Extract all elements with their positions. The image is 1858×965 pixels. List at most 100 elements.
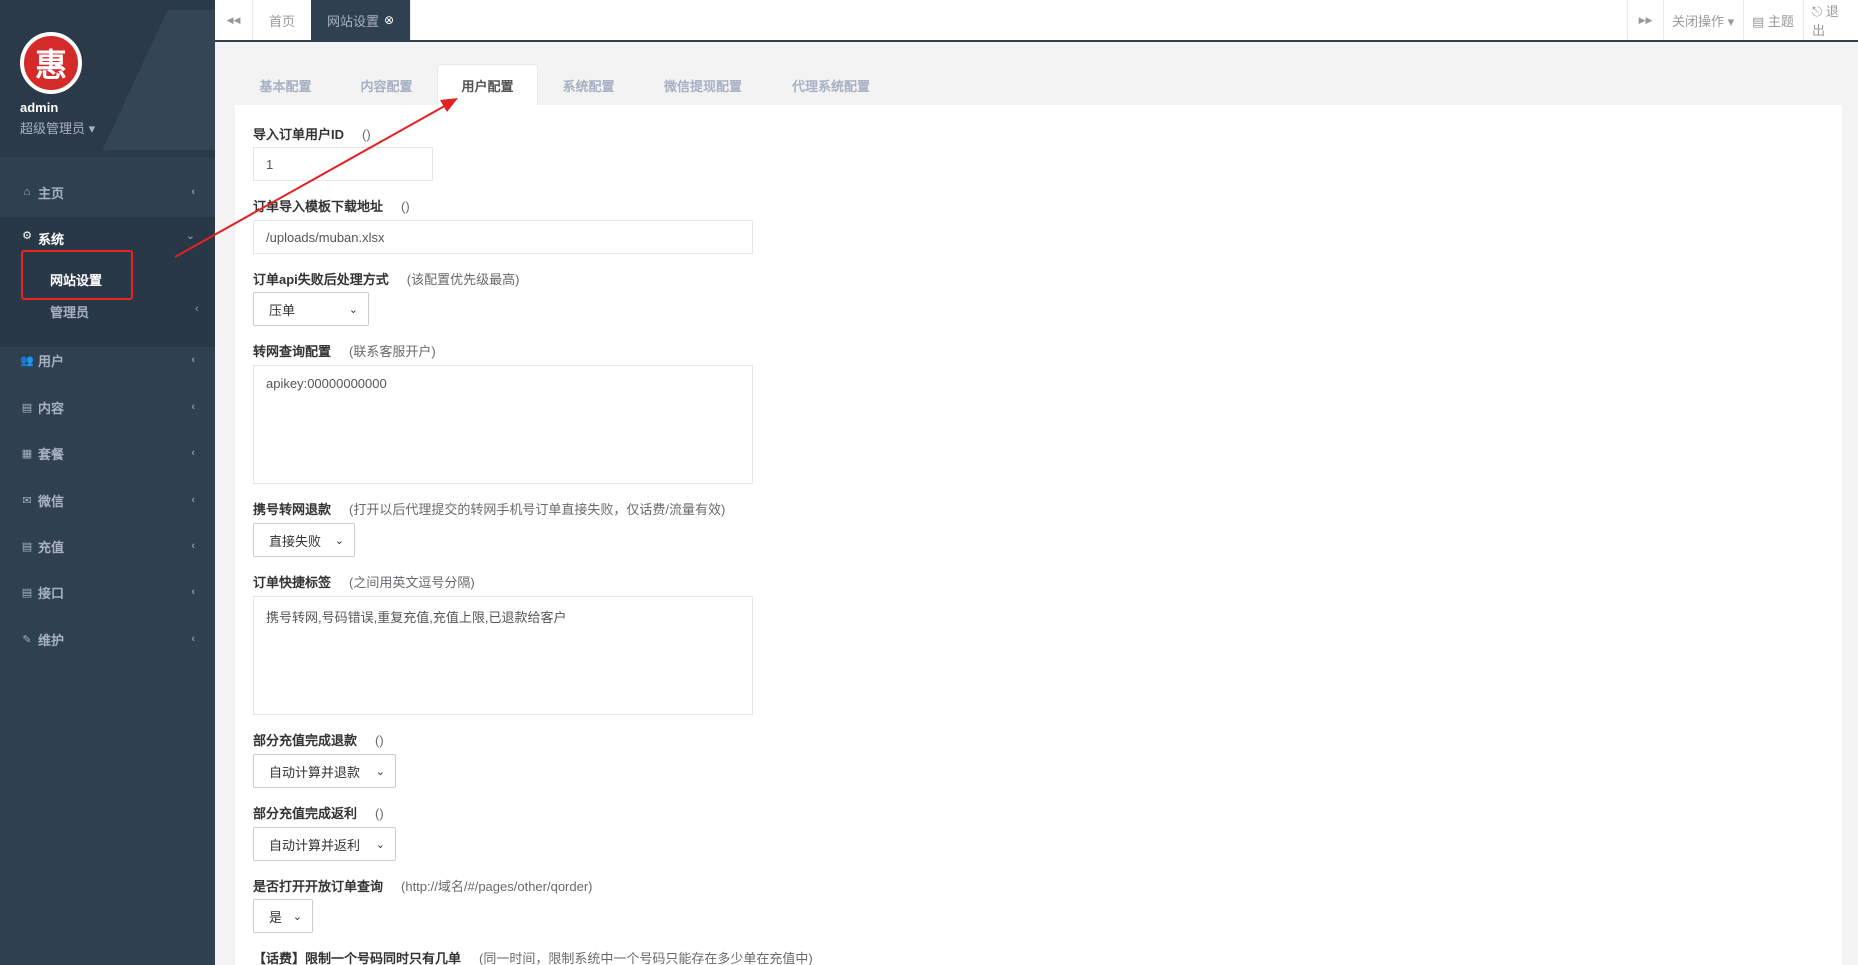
wechat-icon: ✉ — [22, 494, 32, 507]
tab-label: 内容配置 — [360, 78, 413, 94]
tab-system-config[interactable]: 系统配置 — [538, 64, 639, 106]
tab-label: 代理系统配置 — [791, 78, 870, 94]
file-icon: ▤ — [21, 401, 33, 414]
chevron-down-icon: ⌄ — [185, 230, 195, 242]
users-icon: 👥 — [20, 354, 34, 367]
partial-recharge-rebate-select[interactable]: 自动计算并返利 ⌄ — [253, 827, 396, 861]
tab-agent-system-config[interactable]: 代理系统配置 — [767, 64, 895, 106]
sidebar-item-maintenance[interactable]: ✎ 维护 ‹ — [0, 619, 215, 659]
sidebar-item-label: 主页 — [38, 185, 65, 201]
label-hint: () — [375, 806, 384, 821]
label-hint: (http://域名/#/pages/other/qorder) — [401, 879, 593, 894]
tab-label: 首页 — [269, 13, 296, 29]
tab-website-settings[interactable]: 网站设置 ⊗ — [311, 0, 412, 40]
tab-label: 系统配置 — [562, 78, 615, 94]
theme-button[interactable]: ▤ 主题 — [1743, 0, 1803, 40]
sidebar-item-home[interactable]: ⌂ 主页 ‹ — [0, 172, 215, 212]
chevron-down-icon: ⌄ — [292, 910, 302, 923]
chevron-down-icon: ⌄ — [375, 838, 385, 851]
partial-recharge-refund-select[interactable]: 自动计算并退款 ⌄ — [253, 754, 396, 788]
close-operations-dropdown[interactable]: 关闭操作 ▾ — [1663, 0, 1743, 40]
sidebar-item-label: 系统 — [38, 232, 65, 247]
sidebar-item-label: 内容 — [38, 400, 65, 416]
tab-wechat-withdraw-config[interactable]: 微信提现配置 — [639, 64, 767, 106]
chevron-left-icon: ‹ — [191, 186, 195, 198]
order-quick-tags-textarea[interactable]: 携号转网,号码错误,重复充值,充值上限,已退款给客户 — [253, 596, 753, 715]
profile-role-dropdown[interactable]: 超级管理员 ▾ — [20, 118, 95, 137]
chevron-left-icon: ‹ — [191, 494, 195, 506]
theme-label: ▤ 主题 — [1752, 13, 1794, 29]
label-text: 订单api失败后处理方式 — [253, 272, 389, 287]
sidebar-item-wechat[interactable]: ✉ 微信 ‹ — [0, 480, 215, 520]
chevron-left-icon: ‹ — [191, 540, 195, 552]
close-operations-label: 关闭操作 ▾ — [1672, 13, 1735, 29]
sidebar-item-api[interactable]: ▤ 接口 ‹ — [0, 572, 215, 612]
transfer-query-config-textarea[interactable]: apikey:00000000000 — [253, 365, 753, 484]
main-content: 基本配置 内容配置 用户配置 系统配置 微信提现配置 代理系统配置 导入订单用户… — [215, 42, 1858, 965]
top-tabbar: ◀◀ 首页 网站设置 ⊗ ▶▶ 关闭操作 ▾ ▤ 主题 ⎋ 退出 — [215, 0, 1858, 42]
config-tabs: 基本配置 内容配置 用户配置 系统配置 微信提现配置 代理系统配置 — [235, 64, 1855, 106]
select-value: 是 — [269, 909, 283, 925]
field-label-order-quick-tags: 订单快捷标签 (之间用英文逗号分隔) — [253, 572, 475, 591]
sidebar-item-label: 套餐 — [38, 446, 65, 462]
field-label-transfer-query-config: 转网查询配置 (联系客服开户) — [253, 341, 436, 360]
sidebar-item-content[interactable]: ▤ 内容 ‹ — [0, 387, 215, 427]
label-hint: (同一时间，限制系统中一个号码只能存在多少单在充值中) — [479, 951, 813, 965]
sidebar-item-label: 用户 — [38, 353, 65, 369]
close-tab-icon[interactable]: ⊗ — [384, 13, 394, 27]
select-value: 直接失败 — [269, 533, 322, 549]
file-icon: ▤ — [21, 586, 33, 599]
logout-button[interactable]: ⎋ 退出 — [1803, 0, 1858, 40]
label-text: 转网查询配置 — [253, 344, 332, 359]
sidebar-item-recharge[interactable]: ▤ 充值 ‹ — [0, 526, 215, 566]
label-text: 部分充值完成退款 — [253, 733, 358, 748]
label-hint: () — [401, 199, 410, 214]
chevron-down-icon: ⌄ — [334, 534, 344, 547]
tab-content-config[interactable]: 内容配置 — [336, 64, 437, 106]
field-label-partial-recharge-refund: 部分充值完成退款 () — [253, 730, 384, 749]
chevron-left-icon: ‹ — [195, 303, 199, 315]
select-value: 自动计算并退款 — [269, 764, 361, 780]
list-icon: ▦ — [21, 447, 33, 460]
label-hint: (打开以后代理提交的转网手机号订单直接失败，仅话费/流量有效) — [349, 502, 726, 517]
tab-user-config[interactable]: 用户配置 — [437, 64, 538, 106]
chevron-left-icon: ‹ — [191, 633, 195, 645]
label-text: 导入订单用户ID — [253, 127, 345, 142]
field-label-number-concurrent-limit: 【话费】限制一个号码同时只有几单 (同一时间，限制系统中一个号码只能存在多少单在充… — [253, 948, 813, 965]
open-order-query-select[interactable]: 是 ⌄ — [253, 899, 313, 933]
tab-basic-config[interactable]: 基本配置 — [235, 64, 336, 106]
label-text: 订单快捷标签 — [253, 575, 332, 590]
sidebar-item-users[interactable]: 👥 用户 ‹ — [0, 340, 215, 380]
number-transfer-refund-select[interactable]: 直接失败 ⌄ — [253, 523, 355, 557]
logo-icon: 惠 — [20, 32, 82, 94]
api-fail-handling-select[interactable]: 压单 ⌄ — [253, 292, 369, 326]
gears-icon: ⚙ — [22, 230, 32, 242]
chevron-down-icon: ⌄ — [348, 303, 358, 316]
sidebar-subitem-admin[interactable]: 管理员 — [50, 302, 89, 321]
tab-label: 用户配置 — [461, 79, 514, 94]
template-url-input[interactable]: /uploads/muban.xlsx — [253, 220, 753, 254]
tabs-scroll-right-button[interactable]: ▶▶ — [1627, 0, 1663, 40]
tab-label: 网站设置 — [327, 13, 380, 29]
home-icon: ⌂ — [23, 186, 31, 198]
sidebar-item-label: 接口 — [38, 585, 65, 601]
magic-icon: ✎ — [22, 633, 32, 646]
label-hint: () — [362, 127, 371, 142]
forward-icon: ▶▶ — [1638, 14, 1653, 25]
sidebar-item-label: 微信 — [38, 493, 65, 509]
sidebar-item-label: 维护 — [38, 632, 65, 648]
import-user-id-input[interactable]: 1 — [253, 147, 433, 181]
field-label-api-fail-handling: 订单api失败后处理方式 (该配置优先级最高) — [253, 269, 519, 288]
label-text: 是否打开开放订单查询 — [253, 879, 384, 894]
label-text: 部分充值完成返利 — [253, 806, 358, 821]
select-value: 压单 — [269, 302, 296, 318]
logout-label: ⎋ 退出 — [1812, 4, 1839, 38]
tab-home[interactable]: 首页 — [253, 0, 313, 40]
chevron-left-icon: ‹ — [191, 447, 195, 459]
tabs-scroll-left-button[interactable]: ◀◀ — [215, 0, 253, 40]
sidebar: 惠 admin 超级管理员 ▾ ⌂ 主页 ‹ ⚙ 系统 ⌄ 网站设置 管理员 ‹… — [0, 0, 215, 965]
label-hint: (之间用英文逗号分隔) — [349, 575, 475, 590]
sidebar-item-package[interactable]: ▦ 套餐 ‹ — [0, 433, 215, 473]
field-label-template-url: 订单导入模板下载地址 () — [253, 196, 410, 215]
label-hint: () — [375, 733, 384, 748]
